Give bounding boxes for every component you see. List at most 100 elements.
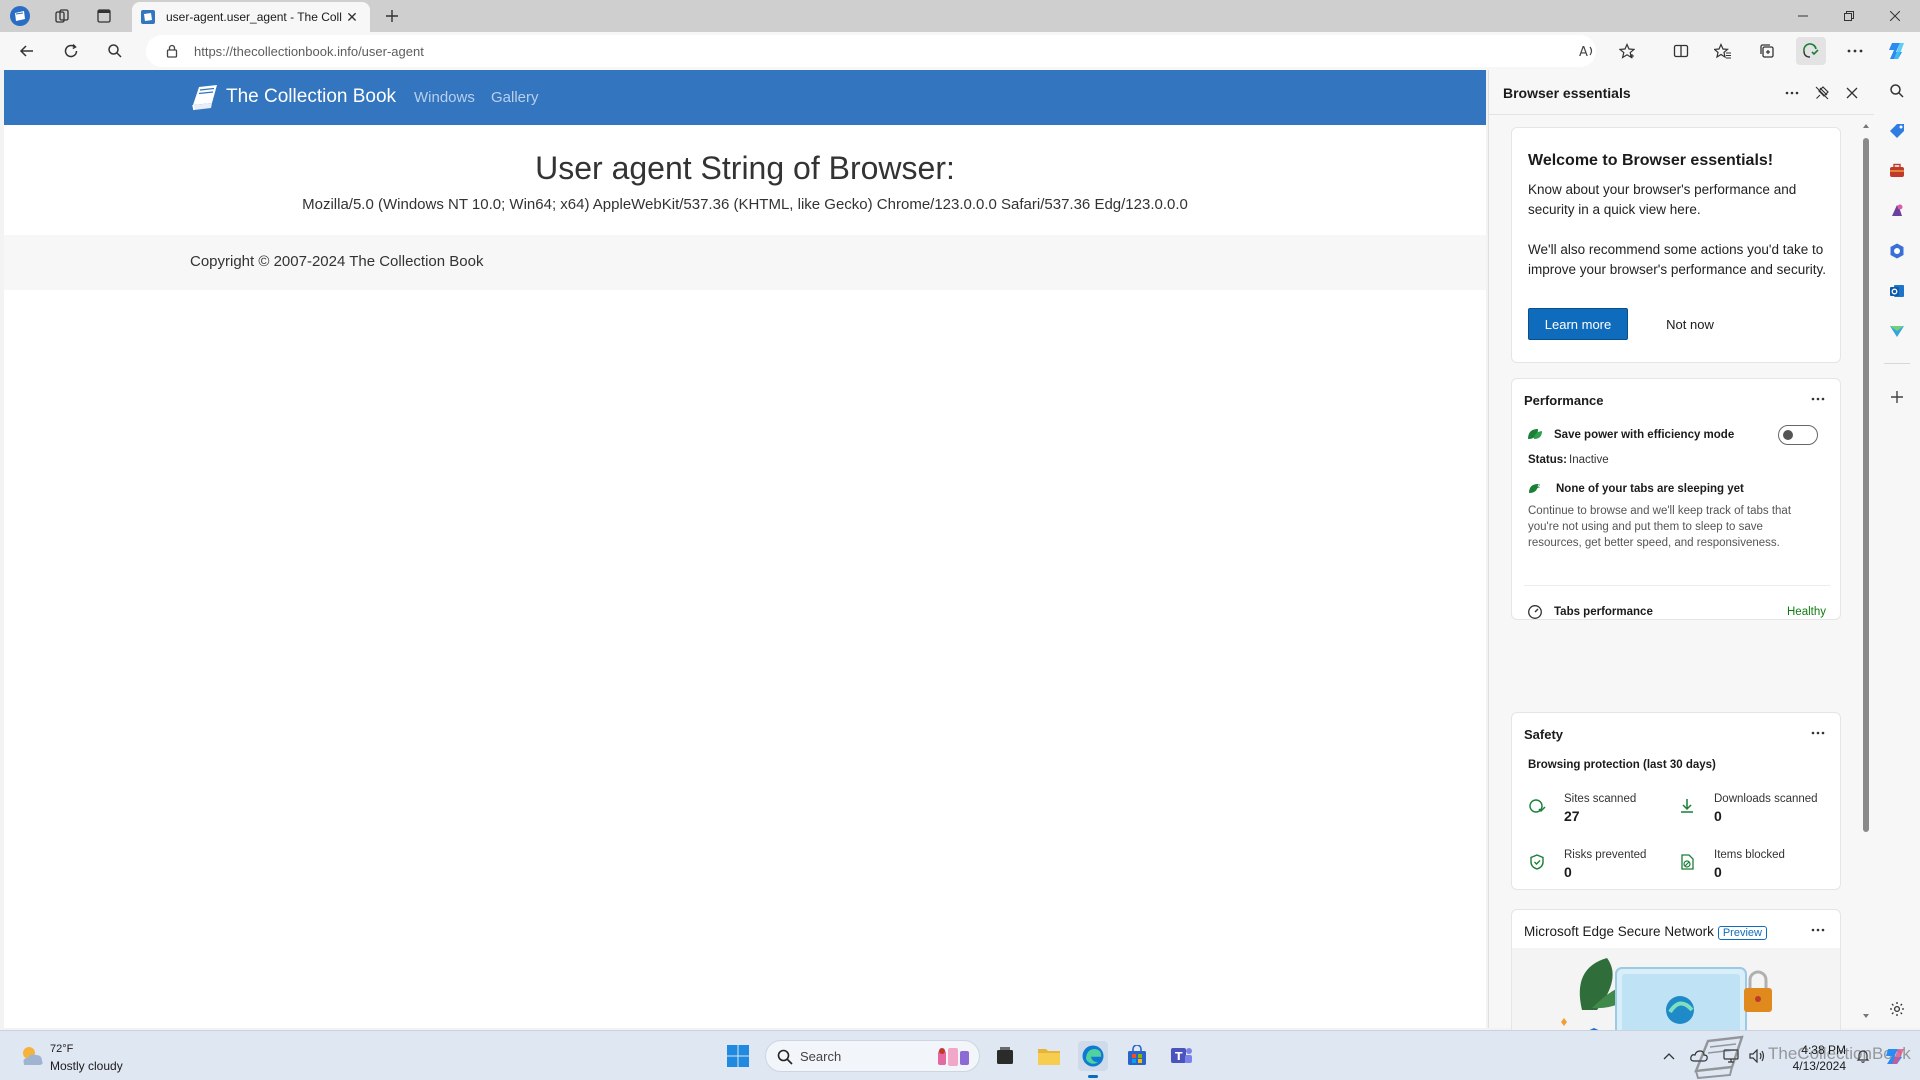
weather-partly-cloudy-icon[interactable] xyxy=(18,1043,46,1069)
site-favicon-icon xyxy=(141,10,155,24)
search-highlight-icon xyxy=(938,1048,969,1066)
restore-icon[interactable] xyxy=(1826,0,1872,32)
taskbar-search-placeholder: Search xyxy=(800,1049,842,1064)
windows-taskbar: 72°F Mostly cloudy Search T TheCollectio… xyxy=(0,1030,1920,1080)
refresh-icon[interactable] xyxy=(56,37,86,65)
drop-send-icon[interactable] xyxy=(1884,318,1910,344)
file-explorer-icon[interactable] xyxy=(1034,1041,1064,1071)
shopping-tag-icon[interactable] xyxy=(1884,118,1910,144)
nav-link-gallery[interactable]: Gallery xyxy=(491,89,539,106)
collections-icon[interactable] xyxy=(1752,37,1782,65)
address-bar[interactable]: https://thecollectionbook.info/user-agen… xyxy=(146,35,1596,67)
taskbar-search-box[interactable]: Search xyxy=(765,1040,980,1072)
scroll-up-icon[interactable] xyxy=(1862,122,1870,130)
site-footer: Copyright © 2007-2024 The Collection Boo… xyxy=(4,235,1486,290)
outlook-icon[interactable] xyxy=(1884,278,1910,304)
active-tab[interactable]: user-agent.user_agent - The Coll ✕ xyxy=(132,2,370,32)
tabs-performance-label[interactable]: Tabs performance xyxy=(1554,606,1653,618)
minimize-icon[interactable] xyxy=(1780,0,1826,32)
url-path: /user-agent xyxy=(358,44,424,59)
nav-link-windows[interactable]: Windows xyxy=(414,89,475,106)
performance-more-icon[interactable] xyxy=(1806,387,1830,411)
welcome-title: Welcome to Browser essentials! xyxy=(1528,152,1774,169)
copilot-icon[interactable] xyxy=(1882,37,1912,65)
unpin-icon[interactable] xyxy=(1809,80,1835,106)
svg-text:z: z xyxy=(1537,483,1540,490)
safety-more-icon[interactable] xyxy=(1806,721,1830,745)
new-tab-icon[interactable] xyxy=(378,4,406,28)
pane-scrollbar[interactable] xyxy=(1862,122,1870,1022)
items-blocked-value: 0 xyxy=(1714,864,1722,880)
brand-name: The Collection Book xyxy=(226,86,397,107)
rail-search-icon[interactable] xyxy=(1884,78,1910,104)
copilot-tray-icon[interactable] xyxy=(1882,1045,1910,1067)
browser-essentials-icon[interactable] xyxy=(1796,37,1826,65)
welcome-text-1: Know about your browser's performance an… xyxy=(1528,182,1797,217)
microsoft-store-icon[interactable] xyxy=(1122,1041,1152,1071)
secure-network-more-icon[interactable] xyxy=(1806,918,1830,942)
sleeping-tabs-text: Continue to browse and we'll keep track … xyxy=(1528,505,1792,549)
lock-icon[interactable] xyxy=(164,43,180,59)
status-label: Status: xyxy=(1528,454,1567,466)
edge-browser-icon[interactable] xyxy=(1078,1041,1108,1078)
games-icon[interactable] xyxy=(1884,198,1910,224)
browser-essentials-pane: Browser essentials Welcome to Browser es… xyxy=(1488,70,1875,1080)
search-icon[interactable] xyxy=(100,37,130,65)
safety-title: Safety xyxy=(1524,727,1564,742)
pane-close-icon[interactable] xyxy=(1839,80,1865,106)
clock-date[interactable]: 4/13/2024 xyxy=(1776,1059,1846,1073)
svg-text:A: A xyxy=(1579,45,1588,59)
tools-briefcase-icon[interactable] xyxy=(1884,158,1910,184)
sites-scanned-value: 27 xyxy=(1564,808,1580,824)
pane-divider xyxy=(1489,114,1875,115)
task-view-icon[interactable] xyxy=(990,1041,1020,1071)
scroll-down-icon[interactable] xyxy=(1862,1012,1870,1020)
scrollbar-thumb[interactable] xyxy=(1863,138,1869,832)
user-agent-string: Mozilla/5.0 (Windows NT 10.0; Win64; x64… xyxy=(302,196,1188,213)
favorite-star-icon[interactable] xyxy=(1612,37,1642,65)
close-window-icon[interactable] xyxy=(1872,0,1918,32)
weather-condition[interactable]: Mostly cloudy xyxy=(50,1059,123,1073)
url-host: https://thecollectionbook.info xyxy=(194,44,359,59)
learn-more-button[interactable]: Learn more xyxy=(1528,308,1628,340)
teams-icon[interactable]: T xyxy=(1166,1041,1196,1071)
tab-title: user-agent.user_agent - The Coll xyxy=(166,10,342,24)
web-page: The Collection Book Windows Gallery User… xyxy=(4,70,1486,1028)
address-url[interactable]: https://thecollectionbook.info/user-agen… xyxy=(194,44,424,59)
show-hidden-icons-chevron-icon[interactable] xyxy=(1658,1045,1680,1067)
edge-active-indicator xyxy=(1088,1075,1098,1078)
read-aloud-icon[interactable]: A xyxy=(1572,37,1602,65)
performance-title: Performance xyxy=(1524,393,1604,408)
efficiency-mode-toggle[interactable] xyxy=(1778,425,1818,445)
windows-start-icon[interactable] xyxy=(723,1041,753,1071)
pane-more-icon[interactable] xyxy=(1779,80,1805,106)
microsoft365-icon[interactable] xyxy=(1884,238,1910,264)
clock-time[interactable]: 4:38 PM xyxy=(1776,1043,1846,1057)
sidebar-settings-gear-icon[interactable] xyxy=(1884,996,1910,1022)
notification-bell-icon[interactable] xyxy=(1852,1045,1874,1067)
sites-scanned-label: Sites scanned xyxy=(1564,793,1637,805)
tabs-performance-gauge-icon xyxy=(1526,603,1544,619)
favorites-icon[interactable] xyxy=(1708,37,1738,65)
not-now-button[interactable]: Not now xyxy=(1648,308,1732,340)
profile-icon[interactable] xyxy=(8,4,32,28)
workspaces-icon[interactable] xyxy=(50,4,74,28)
site-brand[interactable]: The Collection Book xyxy=(190,83,396,111)
efficiency-mode-label: Save power with efficiency mode xyxy=(1554,429,1735,441)
more-options-icon[interactable] xyxy=(1840,37,1870,65)
split-screen-icon[interactable] xyxy=(1666,37,1696,65)
add-sidebar-app-icon[interactable] xyxy=(1884,384,1910,410)
sites-scanned-icon xyxy=(1528,797,1546,815)
performance-divider xyxy=(1524,585,1830,586)
weather-temperature[interactable]: 72°F xyxy=(50,1043,73,1055)
rail-divider xyxy=(1884,363,1910,364)
downloads-scanned-value: 0 xyxy=(1714,808,1722,824)
book-logo-icon xyxy=(192,85,217,111)
risks-prevented-value: 0 xyxy=(1564,864,1572,880)
downloads-scanned-label: Downloads scanned xyxy=(1714,793,1818,805)
back-icon[interactable] xyxy=(12,37,42,65)
secure-network-title: Microsoft Edge Secure Network Preview xyxy=(1524,924,1767,940)
vertical-tabs-icon[interactable] xyxy=(92,4,116,28)
tab-close-icon[interactable]: ✕ xyxy=(342,7,362,27)
browser-toolbar: https://thecollectionbook.info/user-agen… xyxy=(0,32,1920,70)
